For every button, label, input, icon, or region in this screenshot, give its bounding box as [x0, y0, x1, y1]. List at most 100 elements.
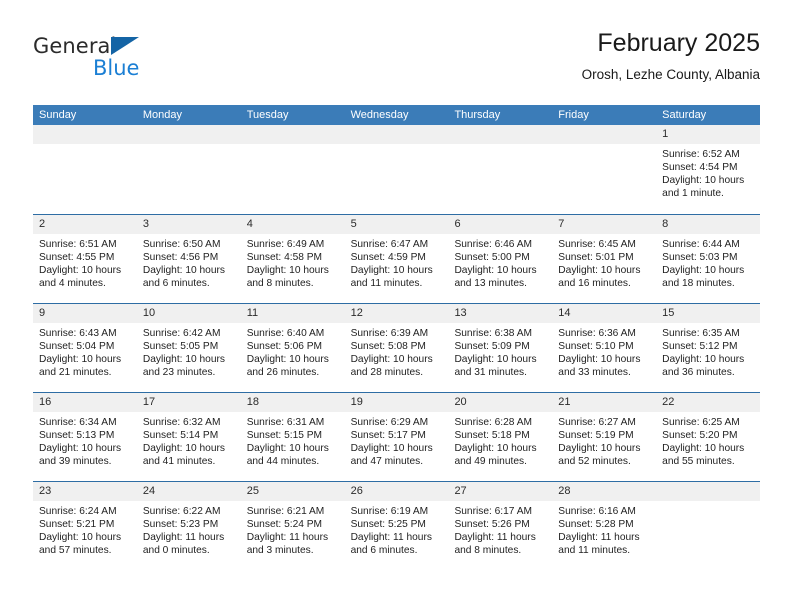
- day-number: 2: [33, 215, 137, 234]
- day-detail-line: Sunrise: 6:49 AM: [246, 239, 325, 250]
- calendar-day-cell[interactable]: 15 Sunrise: 6:35 AM Sunset: 5:12 PM Dayligh…: [656, 304, 761, 392]
- day-detail-lines: Sunrise: 6:25 AM Sunset: 5:20 PM Daylight:…: [656, 412, 760, 468]
- calendar-day-cell[interactable]: 8 Sunrise: 6:44 AM Sunset: 5:03 PM Daylight…: [656, 215, 761, 303]
- day-detail-lines: Sunrise: 6:52 AM Sunset: 4:54 PM Daylight:…: [656, 144, 760, 200]
- day-number: 6: [448, 215, 553, 234]
- calendar-day-cell[interactable]: 12 Sunrise: 6:39 AM Sunset: 5:08 PM Dayligh…: [344, 304, 449, 392]
- calendar-day-cell-empty: [240, 125, 345, 214]
- day-detail-lines: Sunrise: 6:29 AM Sunset: 5:17 PM Daylight:…: [345, 412, 449, 468]
- calendar-day-cell[interactable]: 24 Sunrise: 6:22 AM Sunset: 5:23 PM Dayligh…: [136, 482, 241, 570]
- day-detail-line: Sunset: 5:20 PM: [662, 430, 738, 442]
- day-number: [656, 482, 761, 501]
- calendar-day-cell[interactable]: 14 Sunrise: 6:36 AM Sunset: 5:10 PM Dayligh…: [552, 304, 657, 392]
- calendar-day-cell[interactable]: 20 Sunrise: 6:28 AM Sunset: 5:18 PM Dayligh…: [448, 393, 553, 481]
- day-detail-line: Daylight: 10 hours: [662, 354, 745, 366]
- day-detail-lines: Sunrise: 6:16 AM Sunset: 5:28 PM Daylight:…: [552, 501, 656, 557]
- day-detail-line: Daylight: 10 hours: [454, 265, 537, 277]
- logo-text-blue: Blue: [93, 56, 140, 80]
- calendar-day-cell[interactable]: 18 Sunrise: 6:31 AM Sunset: 5:15 PM Dayligh…: [240, 393, 345, 481]
- calendar-day-cell[interactable]: 28 Sunrise: 6:16 AM Sunset: 5:28 PM Dayligh…: [552, 482, 657, 570]
- day-detail-line: Sunset: 5:26 PM: [454, 519, 530, 531]
- day-detail-line: Sunrise: 6:16 AM: [558, 506, 636, 517]
- day-detail-line: Daylight: 11 hours: [142, 532, 225, 544]
- day-detail-line: Daylight: 10 hours: [39, 354, 122, 366]
- day-detail-line: and 47 minutes.: [350, 456, 424, 468]
- day-detail-line: Daylight: 10 hours: [454, 354, 537, 366]
- calendar-day-cell[interactable]: 6 Sunrise: 6:46 AM Sunset: 5:00 PM Daylight…: [448, 215, 553, 303]
- day-detail-lines: Sunrise: 6:39 AM Sunset: 5:08 PM Daylight:…: [345, 323, 449, 379]
- calendar-day-cell[interactable]: 7 Sunrise: 6:45 AM Sunset: 5:01 PM Daylight…: [552, 215, 657, 303]
- day-number: 9: [33, 304, 137, 323]
- day-detail-line: and 28 minutes.: [350, 367, 424, 379]
- calendar-day-cell-empty: [448, 125, 553, 214]
- day-detail-line: and 13 minutes.: [454, 278, 527, 290]
- day-detail-line: Daylight: 10 hours: [142, 265, 225, 277]
- day-detail-line: and 26 minutes.: [246, 367, 320, 379]
- day-detail-line: Sunrise: 6:22 AM: [142, 506, 221, 517]
- day-detail-lines: Sunrise: 6:51 AM Sunset: 4:55 PM Daylight:…: [33, 234, 137, 290]
- day-detail-line: Sunrise: 6:46 AM: [454, 239, 533, 250]
- calendar-day-cell[interactable]: 1 Sunrise: 6:52 AM Sunset: 4:54 PM Daylight…: [656, 125, 761, 214]
- day-detail-line: and 21 minutes.: [39, 367, 112, 379]
- title-block: February 2025 Orosh, Lezhe County, Alban…: [582, 28, 760, 83]
- day-detail-lines: Sunrise: 6:17 AM Sunset: 5:26 PM Daylight:…: [448, 501, 552, 557]
- day-detail-lines: Sunrise: 6:38 AM Sunset: 5:09 PM Daylight:…: [448, 323, 552, 379]
- calendar-day-cell[interactable]: 11 Sunrise: 6:40 AM Sunset: 5:06 PM Dayligh…: [240, 304, 345, 392]
- calendar-day-cell[interactable]: 4 Sunrise: 6:49 AM Sunset: 4:58 PM Daylight…: [240, 215, 345, 303]
- day-detail-line: Daylight: 10 hours: [246, 354, 329, 366]
- day-detail-line: Sunset: 5:05 PM: [142, 341, 219, 353]
- day-detail-line: Daylight: 10 hours: [454, 443, 537, 455]
- day-detail-line: Sunrise: 6:29 AM: [350, 417, 429, 428]
- day-detail-lines: Sunrise: 6:44 AM Sunset: 5:03 PM Daylight:…: [656, 234, 760, 290]
- day-number: 17: [136, 393, 241, 412]
- day-detail-line: Sunset: 5:03 PM: [662, 252, 738, 264]
- day-detail-line: Daylight: 10 hours: [558, 443, 641, 455]
- calendar-grid: Sunday Monday Tuesday Wednesday Thursday…: [33, 105, 761, 570]
- calendar-day-cell[interactable]: 27 Sunrise: 6:17 AM Sunset: 5:26 PM Dayligh…: [448, 482, 553, 570]
- day-detail-line: Sunset: 4:56 PM: [142, 252, 219, 264]
- day-detail-lines: Sunrise: 6:28 AM Sunset: 5:18 PM Daylight:…: [448, 412, 552, 468]
- day-detail-line: Sunset: 5:10 PM: [558, 341, 634, 353]
- general-blue-logo[interactable]: General Blue: [33, 34, 263, 94]
- day-detail-line: and 0 minutes.: [142, 545, 210, 557]
- day-number: 22: [656, 393, 761, 412]
- calendar-day-cell[interactable]: 23 Sunrise: 6:24 AM Sunset: 5:21 PM Dayligh…: [33, 482, 137, 570]
- calendar-day-cell[interactable]: 2 Sunrise: 6:51 AM Sunset: 4:55 PM Daylight…: [33, 215, 137, 303]
- day-number: 7: [552, 215, 657, 234]
- day-detail-line: Daylight: 10 hours: [142, 443, 225, 455]
- day-detail-lines: Sunrise: 6:24 AM Sunset: 5:21 PM Daylight:…: [33, 501, 137, 557]
- day-number: 28: [552, 482, 657, 501]
- day-number: 14: [552, 304, 657, 323]
- day-detail-line: Daylight: 11 hours: [350, 532, 432, 544]
- calendar-day-cell[interactable]: 13 Sunrise: 6:38 AM Sunset: 5:09 PM Dayligh…: [448, 304, 553, 392]
- calendar-day-cell[interactable]: 10 Sunrise: 6:42 AM Sunset: 5:05 PM Dayligh…: [136, 304, 241, 392]
- calendar-day-cell[interactable]: 9 Sunrise: 6:43 AM Sunset: 5:04 PM Daylight…: [33, 304, 137, 392]
- weeks-container: 1 Sunrise: 6:52 AM Sunset: 4:54 PM Daylight…: [33, 125, 761, 570]
- calendar-day-cell[interactable]: 19 Sunrise: 6:29 AM Sunset: 5:17 PM Dayligh…: [344, 393, 449, 481]
- calendar-day-cell[interactable]: 5 Sunrise: 6:47 AM Sunset: 4:59 PM Daylight…: [344, 215, 449, 303]
- day-detail-line: Sunrise: 6:34 AM: [39, 417, 117, 428]
- calendar-day-cell[interactable]: 21 Sunrise: 6:27 AM Sunset: 5:19 PM Dayligh…: [552, 393, 657, 481]
- calendar-day-cell-empty: [344, 125, 449, 214]
- weekday-header-thursday: Thursday: [454, 109, 501, 121]
- calendar-day-cell[interactable]: 3 Sunrise: 6:50 AM Sunset: 4:56 PM Daylight…: [136, 215, 241, 303]
- day-detail-line: and 36 minutes.: [662, 367, 735, 379]
- day-number: 13: [448, 304, 553, 323]
- day-detail-lines: Sunrise: 6:40 AM Sunset: 5:06 PM Daylight:…: [241, 323, 345, 379]
- day-detail-line: Sunset: 5:24 PM: [246, 519, 323, 531]
- day-detail-line: Sunrise: 6:39 AM: [350, 328, 429, 339]
- day-detail-line: Sunset: 5:19 PM: [558, 430, 634, 442]
- day-detail-line: Sunrise: 6:24 AM: [39, 506, 117, 517]
- day-detail-line: Sunrise: 6:47 AM: [350, 239, 429, 250]
- calendar-day-cell[interactable]: 26 Sunrise: 6:19 AM Sunset: 5:25 PM Dayligh…: [344, 482, 449, 570]
- calendar-day-cell[interactable]: 16 Sunrise: 6:34 AM Sunset: 5:13 PM Dayligh…: [33, 393, 137, 481]
- day-number: 5: [344, 215, 449, 234]
- calendar-day-cell[interactable]: 25 Sunrise: 6:21 AM Sunset: 5:24 PM Dayligh…: [240, 482, 345, 570]
- day-detail-line: and 6 minutes.: [350, 545, 418, 557]
- day-detail-line: Sunset: 5:06 PM: [246, 341, 323, 353]
- calendar-day-cell[interactable]: 17 Sunrise: 6:32 AM Sunset: 5:14 PM Dayligh…: [136, 393, 241, 481]
- day-detail-line: Sunset: 5:14 PM: [142, 430, 219, 442]
- calendar-day-cell[interactable]: 22 Sunrise: 6:25 AM Sunset: 5:20 PM Dayligh…: [656, 393, 761, 481]
- calendar-week-row: 9 Sunrise: 6:43 AM Sunset: 5:04 PM Daylight…: [33, 303, 761, 392]
- day-number: 23: [33, 482, 137, 501]
